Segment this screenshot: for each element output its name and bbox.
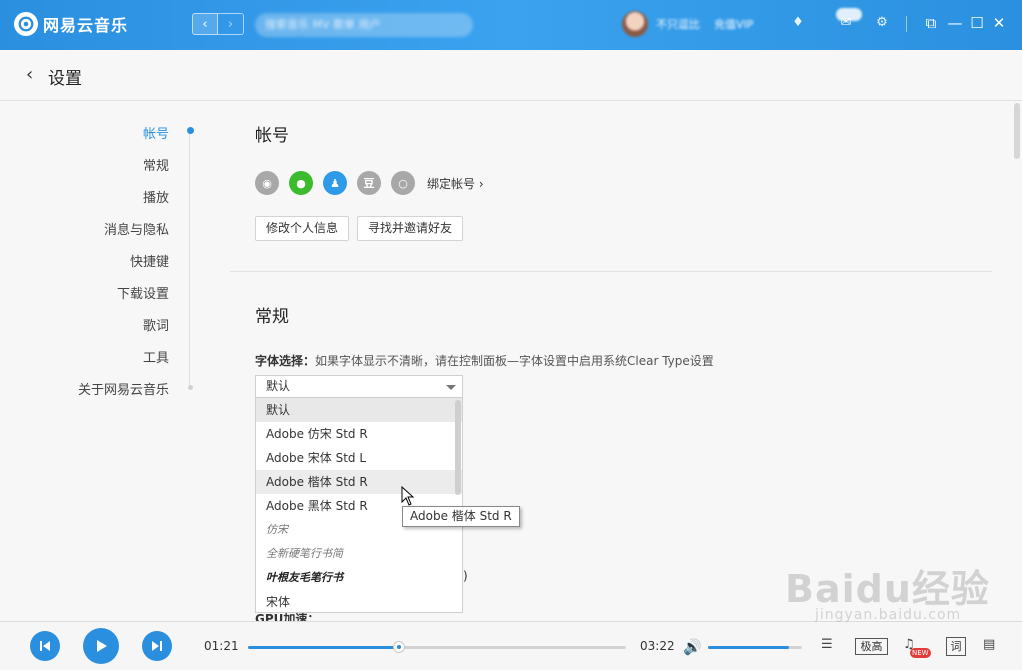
font-hint: 如果字体显示不清晰，请在控制面板—字体设置中启用系统Clear Type设置 xyxy=(315,354,714,368)
bind-account-link[interactable]: 绑定帐号 › xyxy=(427,175,484,192)
active-indicator xyxy=(187,127,194,134)
app-logo[interactable]: 网易云音乐 xyxy=(14,12,128,36)
play-button[interactable] xyxy=(83,628,119,664)
mouse-cursor-icon xyxy=(401,486,415,506)
sidebar-item-download[interactable]: 下载设置 xyxy=(117,283,169,302)
qq-icon[interactable]: ♟ xyxy=(323,171,347,195)
wechat-icon[interactable]: ● xyxy=(289,171,313,195)
back-chevron-icon[interactable]: ‹ xyxy=(26,64,33,85)
social-accounts: ◉ ● ♟ 豆 ○ 绑定帐号 › xyxy=(255,171,484,195)
invite-friends-button[interactable]: 寻找并邀请好友 xyxy=(357,216,463,241)
font-option-default[interactable]: 默认 xyxy=(256,398,462,422)
mail-icon[interactable]: ✉ xyxy=(838,15,854,31)
netease-logo-icon xyxy=(14,12,38,36)
sidebar-item-privacy[interactable]: 消息与隐私 xyxy=(104,219,169,238)
progress-handle[interactable] xyxy=(393,641,406,653)
username[interactable]: 不只逗比 xyxy=(656,16,700,32)
history-nav: ‹ › xyxy=(192,13,244,35)
maximize-icon[interactable]: ☐ xyxy=(968,14,986,32)
sidebar-item-lyrics[interactable]: 歌词 xyxy=(143,315,169,334)
sidebar-item-playback[interactable]: 播放 xyxy=(143,187,169,206)
font-option-adobe-fangsong[interactable]: Adobe 仿宋 Std R xyxy=(256,422,462,446)
gear-icon[interactable]: ⚙ xyxy=(874,15,890,31)
forward-nav-button[interactable]: › xyxy=(218,13,244,35)
vip-link[interactable]: 充值VIP xyxy=(714,16,753,32)
close-icon[interactable]: ✕ xyxy=(990,14,1008,32)
volume-fill xyxy=(708,646,789,649)
progress-bar[interactable] xyxy=(248,641,626,653)
page-scrollbar[interactable] xyxy=(1014,103,1020,159)
minimize-icon[interactable]: — xyxy=(946,14,964,32)
back-nav-button[interactable]: ‹ xyxy=(192,13,218,35)
font-option-yingbi[interactable]: 全新硬笔行书简 xyxy=(256,542,462,566)
font-option-songti[interactable]: 宋体 xyxy=(256,590,462,612)
volume-icon[interactable]: 🔊 xyxy=(683,638,702,656)
player-bar: 01:21 03:22 🔊 ☰ 极高 ♫ NEW 词 ▤ xyxy=(0,621,1022,670)
skip-previous-icon xyxy=(40,641,50,651)
search-input[interactable]: 搜索音乐 MV 歌单 用户 xyxy=(255,13,473,37)
settings-content: 帐号 ◉ ● ♟ 豆 ○ 绑定帐号 › 修改个人信息 寻找并邀请好友 常规 字体… xyxy=(200,101,1010,621)
skin-icon[interactable]: ♦ xyxy=(790,15,806,31)
dropdown-scrollbar[interactable] xyxy=(455,400,461,495)
settings-header: ‹ 设置 xyxy=(0,50,1022,101)
sidebar-item-general[interactable]: 常规 xyxy=(143,155,169,174)
window-divider xyxy=(906,16,907,32)
font-setting-label: 字体选择：如果字体显示不清晰，请在控制面板—字体设置中启用系统Clear Typ… xyxy=(255,352,714,369)
font-tooltip: Adobe 楷体 Std R xyxy=(402,506,520,527)
chevron-left-icon: ‹ xyxy=(202,16,208,32)
mini-mode-icon[interactable]: ⧉ xyxy=(922,14,940,32)
font-select-value: 默认 xyxy=(266,379,291,393)
font-label-title: 字体选择： xyxy=(255,354,316,368)
elapsed-time: 01:21 xyxy=(204,639,239,653)
chevron-down-icon xyxy=(446,385,456,390)
skip-next-icon xyxy=(152,641,162,651)
new-badge: NEW xyxy=(910,648,931,658)
progress-fill xyxy=(248,646,400,649)
app-name: 网易云音乐 xyxy=(43,16,129,35)
hidden-option-paren: ) xyxy=(463,569,468,583)
page-title: 设置 xyxy=(48,69,82,89)
sidebar-item-account[interactable]: 帐号 xyxy=(143,123,169,142)
edit-profile-button[interactable]: 修改个人信息 xyxy=(255,216,349,241)
baidu-watermark: Baidu经验 jingyan.baidu.com xyxy=(785,558,990,623)
sidebar-track xyxy=(189,131,190,389)
watermark-main: Baidu经验 xyxy=(785,567,990,611)
weibo-icon[interactable]: ◉ xyxy=(255,171,279,195)
font-dropdown-list[interactable]: 默认 Adobe 仿宋 Std R Adobe 宋体 Std L Adobe 楷… xyxy=(255,397,463,613)
settings-sidebar: 帐号 常规 播放 消息与隐私 快捷键 下载设置 歌词 工具 关于网易云音乐 xyxy=(0,101,200,621)
douban-icon[interactable]: 豆 xyxy=(357,171,381,195)
font-option-adobe-kai[interactable]: Adobe 楷体 Std R xyxy=(256,470,462,494)
quality-button[interactable]: 极高 xyxy=(855,638,888,655)
font-option-adobe-song[interactable]: Adobe 宋体 Std L xyxy=(256,446,462,470)
next-button[interactable] xyxy=(142,631,172,661)
playlist-mode-icon[interactable]: ☰ xyxy=(821,637,833,652)
volume-slider[interactable] xyxy=(708,646,802,649)
lyrics-button[interactable]: 词 xyxy=(946,637,966,656)
chevron-right-icon: › xyxy=(227,16,234,32)
avatar[interactable] xyxy=(622,11,648,37)
section-divider xyxy=(230,271,992,272)
font-select[interactable]: 默认 xyxy=(255,375,463,398)
play-icon xyxy=(97,640,107,652)
sidebar-item-about[interactable]: 关于网易云音乐 xyxy=(78,379,169,398)
title-bar: 网易云音乐 ‹ › 搜索音乐 MV 歌单 用户 不只逗比 充值VIP ♦ ✉ ⚙… xyxy=(0,0,1022,50)
user-area[interactable]: 不只逗比 充值VIP xyxy=(622,11,753,37)
track-end-dot xyxy=(188,385,193,390)
sidebar-item-tools[interactable]: 工具 xyxy=(143,347,169,366)
playlist-icon[interactable]: ▤ xyxy=(983,637,995,652)
netease-account-icon[interactable]: ○ xyxy=(391,171,415,195)
account-section-title: 帐号 xyxy=(255,126,289,146)
font-option-yegenyou[interactable]: 叶根友毛笔行书 xyxy=(256,566,462,590)
general-section-title: 常规 xyxy=(255,307,289,327)
previous-button[interactable] xyxy=(30,631,60,661)
sidebar-item-shortcuts[interactable]: 快捷键 xyxy=(130,251,169,270)
total-duration: 03:22 xyxy=(640,639,675,653)
